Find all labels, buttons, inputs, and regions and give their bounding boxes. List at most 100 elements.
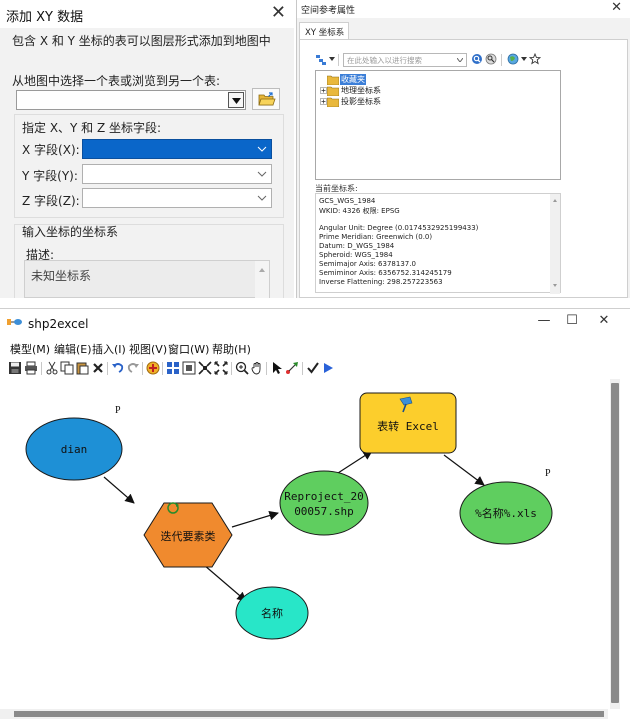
globe-search-icon[interactable] <box>485 53 497 65</box>
folder-icon <box>327 75 339 85</box>
crs-detail-line: Spheroid: WGS_1984 <box>319 251 393 259</box>
run-icon[interactable] <box>321 361 335 375</box>
maximize-button[interactable]: ☐ <box>558 313 586 335</box>
connector-excel-to-output[interactable] <box>443 454 485 486</box>
model-diagram: dian P 迭代要素类 名称 Reproject_20 00057.shp 表… <box>25 392 553 640</box>
scroll-up-icon[interactable] <box>550 196 560 204</box>
undo-icon[interactable] <box>111 361 125 375</box>
connector-iterate-to-reproject[interactable] <box>231 510 279 528</box>
folder-icon <box>327 86 339 96</box>
scrollbar[interactable] <box>255 261 269 298</box>
chevron-down-icon[interactable] <box>257 144 267 154</box>
crs-group-label: 输入坐标的坐标系 <box>22 225 119 239</box>
toolbar-separator <box>302 362 303 375</box>
node-name[interactable]: 名称 <box>235 586 309 640</box>
chevron-down-icon[interactable] <box>329 57 335 61</box>
node-reproject-output[interactable]: Reproject_20 00057.shp <box>279 470 369 536</box>
node-iterate-label: 迭代要素类 <box>161 529 216 543</box>
table-select[interactable] <box>16 90 246 110</box>
toolbar-separator <box>266 362 267 375</box>
delete-icon[interactable] <box>91 361 105 375</box>
zoom-fixed-in-icon[interactable] <box>198 361 212 375</box>
favorite-star-icon[interactable] <box>529 53 541 65</box>
tab-xy-coordinate-system[interactable]: XY 坐标系 <box>299 22 349 40</box>
zoom-in-icon[interactable] <box>235 361 249 375</box>
node-table-to-excel-label: 表转 Excel <box>377 419 439 433</box>
node-output-xls[interactable]: %名称%.xls <box>459 481 553 545</box>
current-crs-details: GCS_WGS_1984 WKID: 4326 权限: EPSG Angular… <box>315 193 561 294</box>
node-reproject-label-1: Reproject_20 <box>284 490 363 503</box>
z-field-select[interactable] <box>82 188 272 208</box>
close-icon[interactable]: ✕ <box>271 2 286 23</box>
vertical-scrollbar[interactable] <box>610 379 620 709</box>
horizontal-scrollbar[interactable] <box>0 709 608 719</box>
crs-search-input[interactable]: 在此处输入以进行搜索 <box>343 53 467 67</box>
y-field-select[interactable] <box>82 164 272 184</box>
full-extent-icon[interactable] <box>182 361 196 375</box>
auto-layout-icon[interactable] <box>166 361 180 375</box>
connect-icon[interactable] <box>285 361 299 375</box>
validate-check-icon[interactable] <box>306 361 320 375</box>
redo-icon[interactable] <box>126 361 140 375</box>
crs-detail-line: Datum: D_WGS_1984 <box>319 242 395 250</box>
paste-icon[interactable] <box>75 361 89 375</box>
select-pointer-icon[interactable] <box>270 361 284 375</box>
tree-item-label: 投影坐标系 <box>341 97 381 106</box>
copy-icon[interactable] <box>60 361 74 375</box>
model-app-icon <box>7 319 22 325</box>
expand-plus-icon[interactable] <box>320 98 327 105</box>
menubar: 模型(M) 编辑(E) 插入(I) 视图(V) 窗口(W) 帮助(H) <box>0 339 630 359</box>
tree-item-label: 地理坐标系 <box>341 86 381 95</box>
chevron-down-icon[interactable] <box>457 58 463 62</box>
connector-reproject-to-excel[interactable] <box>337 450 373 474</box>
spatial-ref-titlebar: 空间参考属性 ✕ <box>297 0 630 18</box>
scrollbar[interactable] <box>550 194 560 294</box>
browse-button[interactable] <box>252 88 280 110</box>
add-data-icon[interactable] <box>146 361 160 375</box>
print-icon[interactable] <box>24 361 38 375</box>
connector-dian-to-iterate[interactable] <box>103 476 135 504</box>
toolbar-separator <box>338 54 339 66</box>
spatial-reference-dialog: 空间参考属性 ✕ XY 坐标系 在此处输入以进行搜索 收藏夹 地理坐标系 投影坐… <box>296 0 630 298</box>
toolbar-separator <box>231 362 232 375</box>
toolbar-separator <box>162 362 163 375</box>
minimize-button[interactable]: — <box>530 313 558 335</box>
expand-plus-icon[interactable] <box>320 87 327 94</box>
modelbuilder-window: shp2excel — ☐ ✕ 模型(M) 编辑(E) 插入(I) 视图(V) … <box>0 308 630 721</box>
x-field-select[interactable] <box>82 139 272 159</box>
model-canvas[interactable]: dian P 迭代要素类 名称 Reproject_20 00057.shp 表… <box>0 379 608 709</box>
menu-window[interactable]: 窗口(W) <box>168 341 209 357</box>
menu-edit[interactable]: 编辑(E) <box>54 341 92 357</box>
cut-icon[interactable] <box>45 361 59 375</box>
z-field-label: Z 字段(Z): <box>22 194 80 208</box>
crs-detail-line: GCS_WGS_1984 <box>319 197 376 205</box>
node-dian[interactable]: dian <box>25 417 123 481</box>
chevron-down-icon[interactable] <box>257 193 267 203</box>
save-icon[interactable] <box>8 361 22 375</box>
toolbar-separator <box>107 362 108 375</box>
scrollbar-thumb[interactable] <box>611 383 619 703</box>
scroll-up-icon[interactable] <box>255 265 269 275</box>
close-button[interactable]: ✕ <box>590 313 618 335</box>
menu-model[interactable]: 模型(M) <box>10 341 50 357</box>
crs-description-value: 未知坐标系 <box>31 269 92 283</box>
filter-icon[interactable] <box>315 54 327 66</box>
chevron-down-icon[interactable] <box>521 57 527 61</box>
chevron-down-icon[interactable] <box>228 92 244 108</box>
crs-detail-line: Semiminor Axis: 6356752.314245179 <box>319 269 452 277</box>
connector-iterate-to-name[interactable] <box>203 564 247 602</box>
globe-icon[interactable] <box>507 53 519 65</box>
search-icon[interactable] <box>471 53 483 65</box>
menu-insert[interactable]: 插入(I) <box>92 341 126 357</box>
zoom-fixed-out-icon[interactable] <box>214 361 228 375</box>
chevron-down-icon[interactable] <box>257 169 267 179</box>
scroll-down-icon[interactable] <box>550 282 560 290</box>
menu-help[interactable]: 帮助(H) <box>212 341 251 357</box>
toolbar-separator <box>41 362 42 375</box>
scrollbar-thumb[interactable] <box>14 711 604 717</box>
menu-view[interactable]: 视图(V) <box>129 341 167 357</box>
pan-icon[interactable] <box>250 361 264 375</box>
crs-search-placeholder: 在此处输入以进行搜索 <box>347 56 422 65</box>
close-icon[interactable]: ✕ <box>611 0 622 15</box>
node-iterate-feature-classes[interactable]: 迭代要素类 <box>143 502 233 568</box>
